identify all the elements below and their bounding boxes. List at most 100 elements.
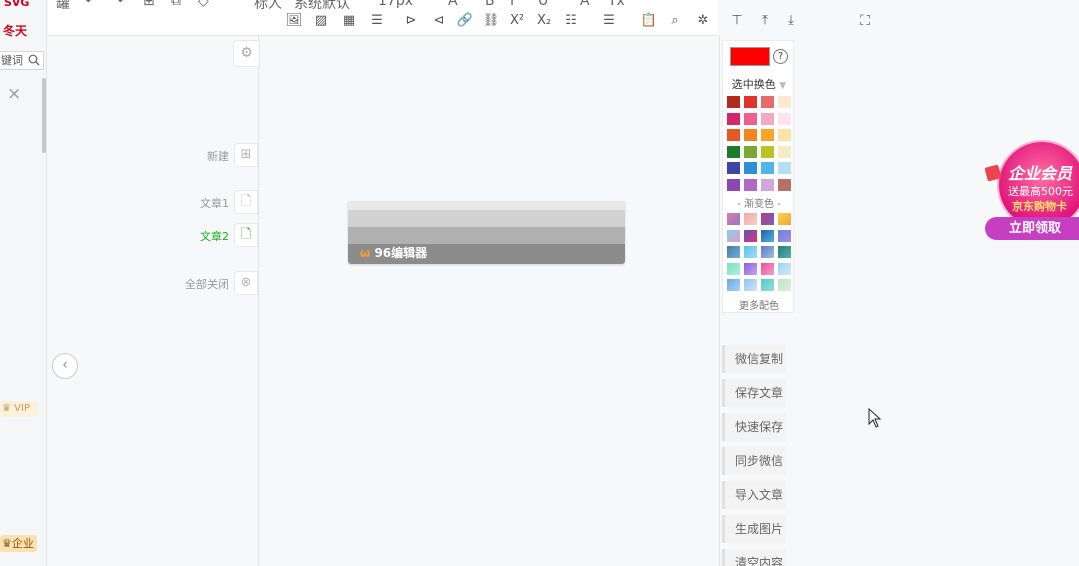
paste-icon[interactable]: 📋 (640, 11, 658, 31)
color-swatch[interactable] (727, 112, 740, 125)
current-color-swatch[interactable] (730, 47, 770, 66)
nav-item-label[interactable]: 全部关闭 (149, 276, 229, 292)
texture-icon[interactable]: ▨ (312, 11, 330, 31)
more-colors-link[interactable]: 更多配色 (723, 297, 795, 312)
color-swatch[interactable] (744, 96, 757, 108)
gradient-swatch[interactable] (727, 229, 740, 242)
toolbar-top-item[interactable]: A (448, 0, 458, 9)
toolbar-top-item[interactable]: Tx (608, 0, 625, 9)
gradient-swatch[interactable] (744, 279, 757, 291)
toolbar-top-item[interactable]: B (485, 0, 495, 9)
image-icon[interactable]: 🖼 (285, 11, 303, 31)
color-swatch[interactable] (778, 162, 791, 174)
gradient-swatch[interactable] (761, 213, 774, 225)
close-all-icon[interactable]: ⊗ (234, 271, 258, 295)
color-swatch[interactable] (744, 112, 757, 125)
align-icon[interactable]: ☰ (368, 11, 386, 31)
color-swatch[interactable] (744, 178, 757, 191)
help-icon[interactable]: ? (773, 49, 788, 64)
enterprise-badge[interactable]: ♛企业 (0, 535, 37, 552)
magic-icon[interactable]: ✲ (694, 11, 712, 31)
outdent-icon[interactable]: ⊲ (430, 11, 448, 31)
enterprise-promo-ad[interactable]: 企业会员 送最高500元 京东购物卡 立即领取 (978, 140, 1079, 241)
color-swatch[interactable] (778, 112, 791, 125)
color-swatch[interactable] (761, 129, 774, 141)
link-icon[interactable]: 🔗 (456, 11, 474, 31)
color-swatch[interactable] (761, 96, 774, 108)
indent-icon[interactable]: ⊳ (402, 11, 420, 31)
color-swatch[interactable] (727, 96, 740, 108)
subscript-icon[interactable]: X₂ (535, 11, 553, 31)
gradient-swatch[interactable] (744, 229, 757, 242)
document-icon[interactable]: 🗋 (234, 223, 258, 247)
gradient-swatch[interactable] (761, 262, 774, 275)
gradient-swatch[interactable] (761, 229, 774, 242)
color-swatch[interactable] (761, 112, 774, 125)
to-bottom-icon[interactable]: ⤓ (782, 11, 800, 31)
gradient-swatch[interactable] (727, 279, 740, 291)
color-swatch[interactable] (744, 145, 757, 158)
gradient-swatch[interactable] (778, 213, 791, 225)
toolbar-top-item[interactable]: ◇ (198, 0, 209, 9)
action-button[interactable]: 生成图片 (722, 515, 786, 543)
gear-icon[interactable]: ⚙ (233, 40, 260, 67)
gradient-swatch[interactable] (727, 213, 740, 225)
toolbar-top-item[interactable]: ⧉ (171, 0, 181, 9)
color-swatch[interactable] (727, 162, 740, 174)
claim-button[interactable]: 立即领取 (985, 217, 1079, 240)
svg-category-link[interactable]: SVG (4, 0, 29, 9)
gradient-swatch[interactable] (744, 213, 757, 225)
nav-item-label[interactable]: 文章1 (149, 195, 229, 211)
action-button[interactable]: 导入文章 (722, 481, 786, 509)
gradient-swatch[interactable] (778, 279, 791, 291)
toolbar-top-item[interactable]: A (580, 0, 590, 9)
close-icon[interactable]: × (7, 86, 21, 103)
gradient-swatch[interactable] (744, 262, 757, 275)
toolbar-top-item[interactable]: ↶ (85, 0, 97, 9)
format-brush-icon[interactable]: ⌕ (666, 11, 684, 31)
vip-badge[interactable]: ♛ VIP (0, 401, 37, 417)
superscript-icon[interactable]: X² (508, 11, 526, 31)
gradient-swatch[interactable] (744, 246, 757, 258)
table-icon[interactable]: ▦ (340, 11, 358, 31)
gradient-swatch[interactable] (727, 246, 740, 258)
color-swatch[interactable] (778, 178, 791, 191)
color-swatch[interactable] (778, 145, 791, 158)
color-swatch[interactable] (727, 178, 740, 191)
color-swatch[interactable] (761, 178, 774, 191)
unordered-list-icon[interactable]: ☰ (600, 11, 618, 31)
toolbar-top-item[interactable]: ⊞ (143, 0, 155, 9)
action-button[interactable]: 保存文章 (722, 379, 786, 407)
toolbar-top-item[interactable]: ↷ (112, 0, 124, 9)
editor-content-card[interactable]: ω 96编辑器 (348, 201, 625, 264)
gradient-swatch[interactable] (778, 262, 791, 275)
toolbar-top-item[interactable]: I (510, 0, 514, 9)
nav-item-label[interactable]: 文章2 (149, 228, 229, 244)
to-top-icon[interactable]: ⤒ (756, 11, 774, 31)
search-icon[interactable] (28, 54, 40, 66)
action-button[interactable]: 快速保存 (722, 413, 786, 441)
color-swatch[interactable] (778, 96, 791, 108)
gradient-swatch[interactable] (778, 229, 791, 242)
collapse-panel-button[interactable]: ‹ (52, 353, 78, 379)
color-swatch[interactable] (761, 145, 774, 158)
action-button[interactable]: 清空内容 (722, 549, 786, 566)
gradient-swatch[interactable] (778, 246, 791, 258)
toolbar-top-item[interactable]: 17px (378, 0, 413, 9)
gradient-swatch[interactable] (727, 262, 740, 275)
gradient-swatch[interactable] (761, 279, 774, 291)
action-button[interactable]: 微信复制 (722, 345, 786, 373)
winter-category-link[interactable]: 冬天 (3, 22, 27, 39)
action-button[interactable]: 同步微信 (722, 447, 786, 475)
color-swatch[interactable] (744, 129, 757, 141)
ordered-list-icon[interactable]: ☷ (562, 11, 580, 31)
document-icon[interactable]: 🗋 (234, 190, 258, 214)
color-swatch[interactable] (778, 129, 791, 141)
scrollbar[interactable] (42, 78, 46, 153)
color-swatch[interactable] (761, 162, 774, 174)
insert-above-icon[interactable]: ⊤ (728, 11, 746, 31)
color-swatch[interactable] (727, 145, 740, 158)
keyword-search-input[interactable]: 键词 (0, 51, 44, 70)
color-swatch[interactable] (727, 129, 740, 141)
new-doc-icon[interactable]: ⊞ (234, 143, 258, 167)
